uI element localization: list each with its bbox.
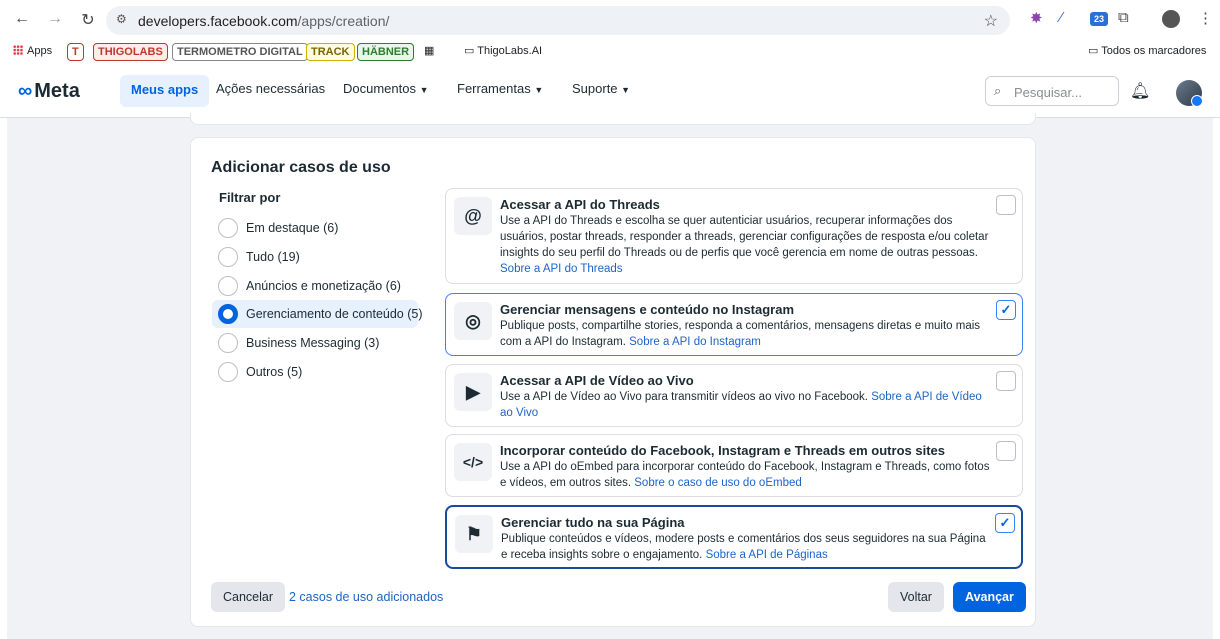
nav-suporte[interactable]: Suporte ▼ bbox=[572, 81, 630, 96]
use-cases-card: Adicionar casos de uso Filtrar por Em de… bbox=[190, 137, 1036, 627]
meta-header: ∞ Meta Meus apps Ações necessárias Docume… bbox=[0, 64, 1220, 118]
bookmark-apps[interactable]: Apps bbox=[13, 43, 52, 61]
reload-icon[interactable]: ↻ bbox=[78, 10, 98, 30]
use-case-instagram[interactable]: ◎ Gerenciar mensagens e conteúdo no Inst… bbox=[445, 293, 1023, 356]
use-case-description: Use a API do oEmbed para incorporar cont… bbox=[500, 461, 990, 489]
use-case-title: Gerenciar mensagens e conteúdo no Instag… bbox=[500, 302, 795, 317]
use-case-link[interactable]: Sobre a API do Threads bbox=[500, 263, 623, 275]
code-icon: </> bbox=[454, 443, 492, 481]
use-case-checkbox-checked[interactable]: ✓ bbox=[995, 513, 1015, 533]
search-input[interactable]: ⌕ Pesquisar... bbox=[985, 76, 1119, 106]
bookmark-star-icon[interactable]: ☆ bbox=[984, 11, 998, 31]
back-arrow-icon[interactable]: ← bbox=[12, 10, 32, 28]
extensions-icon[interactable]: ⧉ bbox=[1118, 9, 1129, 26]
site-info-icon[interactable]: ⚙ bbox=[116, 12, 127, 26]
bookmark-termometro[interactable]: TERMOMETRO DIGITAL bbox=[172, 43, 308, 61]
use-case-description: Use a API do Threads e escolha se quer a… bbox=[500, 215, 989, 275]
use-case-link[interactable]: Sobre o caso de uso do oEmbed bbox=[634, 477, 802, 489]
threads-icon: @ bbox=[454, 197, 492, 235]
search-icon: ⌕ bbox=[994, 83, 1002, 98]
previous-card-edge bbox=[190, 113, 1036, 125]
use-case-description: Publique conteúdos e vídeos, modere post… bbox=[501, 533, 986, 561]
instagram-icon: ◎ bbox=[454, 302, 492, 340]
filter-title: Filtrar por bbox=[219, 190, 281, 205]
bookmark-thigolabs[interactable]: THIGOLABS bbox=[93, 43, 168, 61]
bookmark-habner[interactable]: HÄBNER bbox=[357, 43, 415, 61]
notification-bell-icon[interactable]: 🔔︎ bbox=[1130, 81, 1150, 101]
caret-down-icon: ▼ bbox=[621, 85, 631, 95]
use-case-pages[interactable]: ⚑ Gerenciar tudo na sua Página Publique … bbox=[445, 505, 1023, 569]
radio-button[interactable] bbox=[218, 362, 238, 382]
back-button[interactable]: Voltar bbox=[888, 582, 944, 612]
caret-down-icon: ▼ bbox=[419, 85, 429, 95]
next-button[interactable]: Avançar bbox=[953, 582, 1026, 612]
filter-business-messaging[interactable]: Business Messaging (3) bbox=[212, 329, 418, 357]
folder-icon: ▭ bbox=[1088, 45, 1102, 57]
use-case-title: Gerenciar tudo na sua Página bbox=[501, 515, 685, 530]
filter-gerenciamento-conteudo[interactable]: Gerenciamento de conteúdo (5) bbox=[212, 300, 423, 328]
use-case-checkbox[interactable] bbox=[996, 371, 1016, 391]
filter-outros[interactable]: Outros (5) bbox=[212, 358, 418, 386]
address-bar[interactable]: ⚙ developers.facebook.com/apps/creation/… bbox=[106, 6, 1010, 35]
use-case-threads[interactable]: @ Acessar a API do Threads Use a API do … bbox=[445, 188, 1023, 284]
radio-button[interactable] bbox=[218, 247, 238, 267]
extension-puzzle-icon[interactable]: ✸ bbox=[1030, 9, 1043, 27]
nav-meus-apps[interactable]: Meus apps bbox=[120, 75, 210, 107]
meta-infinity-icon: ∞ bbox=[18, 80, 33, 102]
radio-button-selected[interactable] bbox=[218, 304, 238, 324]
use-case-title: Incorporar conteúdo do Facebook, Instagr… bbox=[500, 443, 945, 458]
radio-button[interactable] bbox=[218, 333, 238, 353]
use-case-live-video[interactable]: ▶ Acessar a API de Vídeo ao Vivo Use a A… bbox=[445, 364, 1023, 427]
use-case-checkbox-checked[interactable]: ✓ bbox=[996, 300, 1016, 320]
nav-ferramentas[interactable]: Ferramentas ▼ bbox=[457, 81, 543, 96]
profile-avatar-icon[interactable] bbox=[1162, 10, 1180, 28]
apps-grid-icon bbox=[13, 45, 23, 55]
meta-logo[interactable]: ∞ Meta bbox=[18, 80, 80, 103]
use-case-checkbox[interactable] bbox=[996, 441, 1016, 461]
radio-button[interactable] bbox=[218, 218, 238, 238]
use-case-description: Use a API de Vídeo ao Vivo para transmit… bbox=[500, 391, 982, 419]
filter-em-destaque[interactable]: Em destaque (6) bbox=[212, 214, 418, 242]
use-case-title: Acessar a API de Vídeo ao Vivo bbox=[500, 373, 694, 388]
radio-button[interactable] bbox=[218, 276, 238, 296]
extension-badge[interactable]: 23 bbox=[1090, 12, 1108, 26]
use-case-description: Publique posts, compartilhe stories, res… bbox=[500, 320, 981, 348]
flag-icon: ⚑ bbox=[455, 515, 493, 553]
folder-icon: ▭ bbox=[464, 45, 478, 57]
added-use-cases-link[interactable]: 2 casos de uso adicionados bbox=[289, 590, 443, 604]
use-case-title: Acessar a API do Threads bbox=[500, 197, 660, 212]
bookmark-thigolabs-ai[interactable]: ▭ ThigoLabs.AI bbox=[464, 43, 542, 61]
live-video-icon: ▶ bbox=[454, 373, 492, 411]
browser-toolbar: ← → ↻ ⚙ developers.facebook.com/apps/cre… bbox=[0, 0, 1220, 40]
nav-documentos[interactable]: Documentos ▼ bbox=[343, 81, 429, 96]
browser-menu-icon[interactable]: ⋮ bbox=[1198, 9, 1213, 27]
forward-arrow-icon[interactable]: → bbox=[45, 10, 65, 28]
use-case-link[interactable]: Sobre a API do Instagram bbox=[629, 336, 761, 348]
all-bookmarks[interactable]: ▭ Todos os marcadores bbox=[1088, 43, 1206, 61]
search-placeholder: Pesquisar... bbox=[1014, 85, 1082, 100]
url-domain: developers.facebook.com bbox=[138, 13, 298, 29]
filter-tudo[interactable]: Tudo (19) bbox=[212, 243, 418, 271]
tab-groups-icon[interactable]: ▦ bbox=[424, 43, 434, 61]
bookmark-t[interactable]: T bbox=[67, 43, 84, 61]
url-path: /apps/creation/ bbox=[297, 13, 390, 29]
cancel-button[interactable]: Cancelar bbox=[211, 582, 286, 612]
facebook-badge-icon bbox=[1191, 95, 1203, 107]
filter-anuncios[interactable]: Anúncios e monetização (6) bbox=[212, 272, 418, 300]
nav-acoes-necessarias[interactable]: Ações necessárias bbox=[216, 81, 325, 96]
use-case-link[interactable]: Sobre a API de Páginas bbox=[706, 549, 828, 561]
use-case-checkbox[interactable] bbox=[996, 195, 1016, 215]
caret-down-icon: ▼ bbox=[534, 85, 544, 95]
use-case-oembed[interactable]: </> Incorporar conteúdo do Facebook, Ins… bbox=[445, 434, 1023, 497]
bookmark-track[interactable]: TRACK bbox=[306, 43, 355, 61]
extension-pen-icon[interactable]: ⁄ bbox=[1060, 9, 1063, 26]
card-title: Adicionar casos de uso bbox=[211, 159, 391, 176]
bookmarks-bar: Apps T THIGOLABS TERMOMETRO DIGITAL TRAC… bbox=[0, 40, 1220, 64]
